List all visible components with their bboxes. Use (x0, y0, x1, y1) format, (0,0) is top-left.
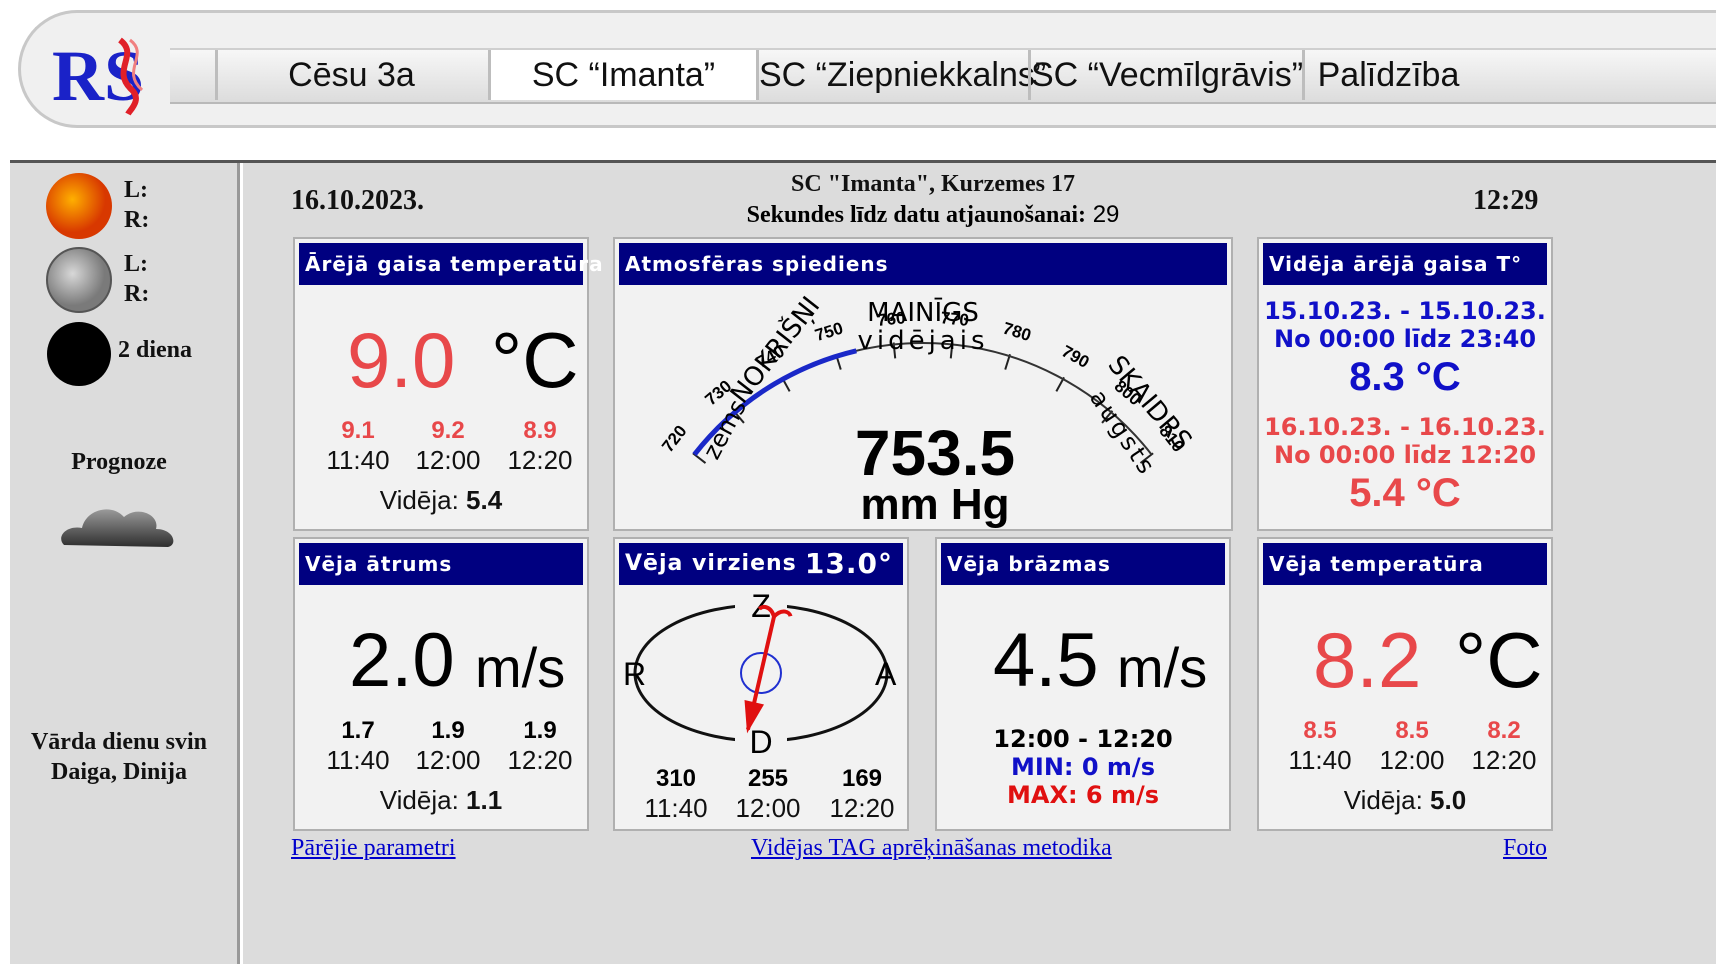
wind-dir-history-2: 255 12:00 (735, 765, 801, 823)
gauge-label-low-sub: zems (698, 395, 752, 464)
rs-logo[interactable]: RS (50, 30, 160, 120)
name-day-names: Daiga, Dinija (50, 759, 187, 785)
tab-sc-vecmilgravis[interactable]: SC “Vecmīlgrāvis” (1028, 50, 1303, 100)
compass-west: R (623, 656, 646, 692)
moon-phase-text: 2 diena (118, 337, 193, 363)
gauge-tick-label: 780 (1001, 319, 1034, 346)
compass-south: D (749, 724, 772, 760)
refresh-seconds: 29 (1092, 201, 1120, 228)
wind-compass: Z D R A (623, 588, 897, 760)
wind-gusts-unit: m/s (1117, 636, 1208, 699)
air-temp-average: Vidēja: 5.4 (379, 485, 503, 515)
gauge-label-low: NOKRIŠŅI (723, 290, 826, 409)
sidebar: L: R: L: R: 2 diena Prognoze Vārda dienu… (10, 163, 240, 964)
gauge-tick-label: 790 (1058, 342, 1092, 372)
tab-sc-ziepniekkalns[interactable]: SC “Ziepniekkalns” (756, 50, 1046, 100)
wind-temperature-value: 8.2 (1313, 616, 1422, 704)
wind-temp-average: Vidēja: 5.0 (1343, 785, 1467, 815)
wind-gusts-title: Vēja brāzmas (941, 543, 1225, 585)
current-date: 16.10.2023. (291, 185, 424, 216)
moon-set-label: R: (124, 281, 150, 307)
avg-temperature-panel: Vidēja ārējā gaisa T° 15.10.23. - 15.10.… (1257, 237, 1553, 531)
wind-speed-history-2: 1.9 12:00 (415, 717, 481, 775)
sun-set-label: R: (124, 207, 150, 233)
gauge-label-mid-sub: vidējais (857, 326, 988, 356)
wind-direction-title: Vēja virziens 13.0° (619, 543, 903, 585)
avg-period-2: 16.10.23. - 16.10.23. (1264, 413, 1546, 441)
moon-icon (46, 247, 112, 313)
compass-east: A (875, 656, 897, 692)
air-temp-history-3: 8.9 12:20 (507, 417, 573, 475)
wind-temperature-panel: Vēja temperatūra 8.2 °C 8.5 11:40 8.5 12:0… (1257, 537, 1553, 831)
wind-temperature-unit: °C (1455, 616, 1543, 704)
current-time: 12:29 (1473, 185, 1539, 216)
air-temperature-unit: °C (491, 316, 579, 404)
refresh-label: Sekundes līdz datu atjaunošanai: (746, 202, 1087, 228)
wind-temp-history-2: 8.5 12:00 (1379, 717, 1445, 775)
name-day-title: Vārda dienu svin (30, 729, 208, 755)
wind-speed-average: Vidēja: 1.1 (379, 785, 503, 815)
other-parameters-link[interactable]: Pārējie parametri (291, 835, 456, 862)
gauge-tick-label: 750 (813, 319, 846, 346)
avg-value-1: 8.3 °C (1349, 355, 1461, 399)
wind-temp-history-1: 8.5 11:40 (1288, 717, 1352, 775)
air-temp-history-2: 9.2 12:00 (415, 417, 481, 475)
wind-speed-history-3: 1.9 12:20 (507, 717, 573, 775)
station-name: SC "Imanta", Kurzemes 17 (791, 171, 1075, 197)
pressure-gauge: 720730740750 760 770 780790800810 NOKRIŠŅI … (658, 290, 1197, 529)
sun-rise-label: L: (124, 177, 148, 203)
wind-temperature-title: Vēja temperatūra (1263, 543, 1547, 585)
gauge-label-mid: MAINĪGS (867, 297, 979, 328)
air-temperature-title: Ārējā gaisa temperatūra (299, 243, 603, 285)
avg-period-1: 15.10.23. - 15.10.23. (1264, 297, 1546, 325)
avg-temperature-title: Vidēja ārējā gaisa T° (1263, 243, 1547, 285)
wind-speed-panel: Vēja ātrums 2.0 m/s 1.7 11:40 1.9 12:00 1.… (293, 537, 589, 831)
wind-speed-value: 2.0 (349, 618, 455, 703)
pressure-unit: mm Hg (860, 480, 1009, 529)
tab-palidziba[interactable]: Palīdzība (1302, 50, 1472, 100)
wind-gusts-value: 4.5 (993, 618, 1099, 703)
wind-speed-title: Vēja ātrums (299, 543, 583, 585)
sun-icon (46, 173, 112, 239)
avg-range-1: No 00:00 līdz 23:40 (1273, 325, 1537, 353)
wind-direction-panel: Vēja virziens 13.0° Z D R A 310 11:40 255 1… (613, 537, 909, 831)
air-temperature-panel: Ārējā gaisa temperatūra 9.0 °C 9.1 11:40 … (293, 237, 603, 531)
methodology-link[interactable]: Vidējas TAG aprēķināšanas metodika (751, 835, 1112, 862)
wind-speed-unit: m/s (475, 636, 566, 699)
logo-text: RS (52, 36, 144, 116)
pressure-value: 753.5 (855, 417, 1015, 489)
photo-link[interactable]: Foto (1503, 835, 1547, 862)
wind-gusts-max: MAX: 6 m/s (1006, 781, 1160, 809)
wind-temp-history-3: 8.2 12:20 (1471, 717, 1537, 775)
air-temperature-value: 9.0 (347, 316, 456, 404)
refresh-line: Sekundes līdz datu atjaunošanai: 29 (683, 201, 1183, 229)
avg-value-2: 5.4 °C (1349, 471, 1461, 515)
wind-gusts-min: MIN: 0 m/s (1011, 753, 1155, 781)
wind-speed-history-1: 1.7 11:40 (326, 717, 390, 775)
pressure-title: Atmosfēras spiediens (619, 243, 1227, 285)
avg-range-2: No 00:00 līdz 12:20 (1273, 441, 1537, 469)
cloud-icon (61, 509, 174, 547)
wind-dir-history-3: 169 12:20 (829, 765, 895, 823)
wind-dir-history-1: 310 11:40 (644, 765, 708, 823)
forecast-label: Prognoze (71, 449, 167, 475)
wind-direction-degrees: 13.0° (804, 547, 893, 580)
moon-phase-icon (47, 322, 111, 386)
air-temp-history-1: 9.1 11:40 (326, 417, 390, 475)
pressure-panel: Atmosfēras spiediens 720 730 740 750 760 770 7… (613, 237, 1233, 531)
wind-gusts-panel: Vēja brāzmas 4.5 m/s 12:00 - 12:20 MIN: … (935, 537, 1231, 831)
wind-gusts-period: 12:00 - 12:20 (993, 725, 1173, 753)
gauge-tick-label: 720 (658, 422, 690, 456)
main-area: 16.10.2023. SC "Imanta", Kurzemes 17 Sek… (243, 163, 1716, 964)
tab-cesu-3a[interactable]: Cēsu 3a (215, 50, 485, 100)
moon-rise-label: L: (124, 251, 148, 277)
tab-sc-imanta[interactable]: SC “Imanta” (488, 50, 756, 100)
